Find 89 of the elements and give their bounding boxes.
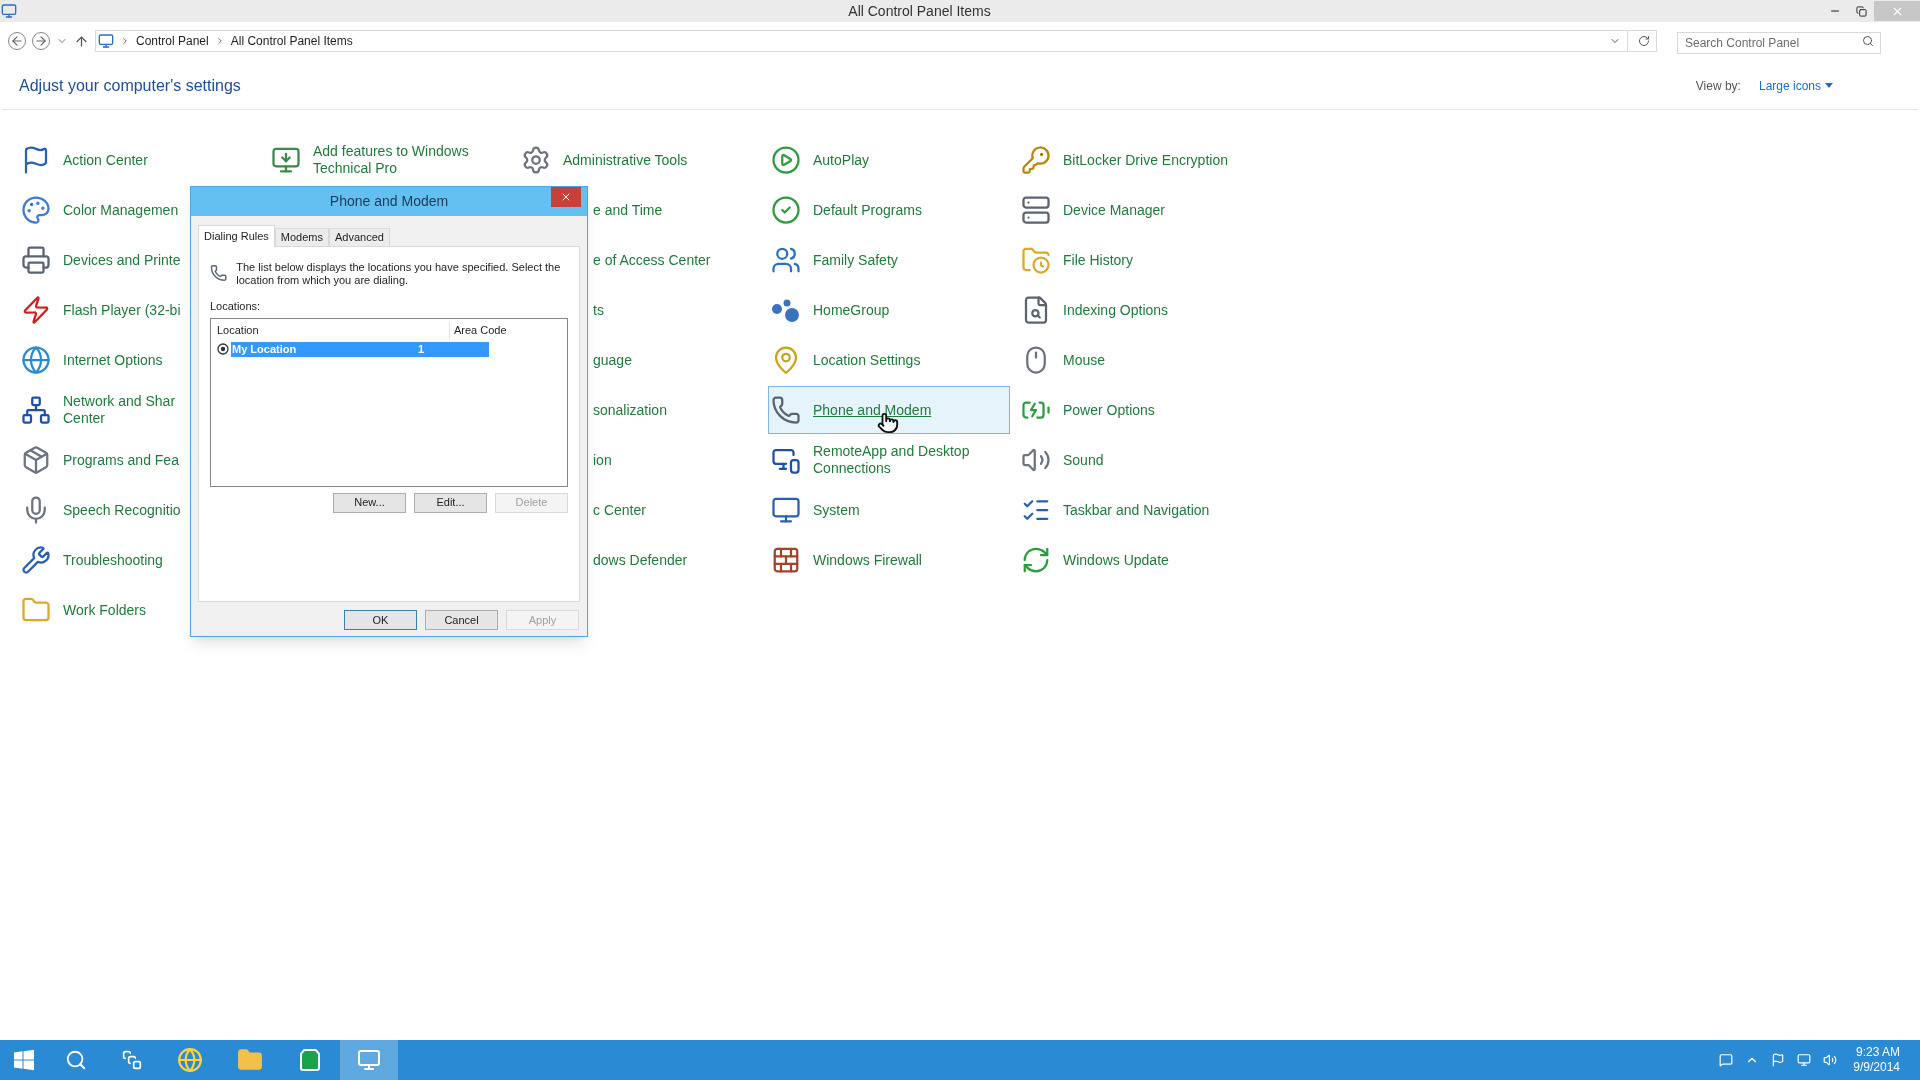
control-panel-item[interactable]: Action Center	[18, 136, 260, 184]
control-panel-item[interactable]: Programs and Fea	[18, 436, 260, 484]
list-label: Locations:	[210, 299, 261, 314]
palette-icon	[21, 195, 51, 225]
gear-icon	[521, 145, 551, 175]
control-panel-item[interactable]: Taskbar and Navigation	[1018, 486, 1260, 534]
view-by-dropdown[interactable]: Large icons	[1758, 76, 1833, 95]
monitor-icon	[271, 145, 301, 175]
control-panel-item[interactable]: Phone and Modem	[768, 386, 1010, 434]
control-panel-item[interactable]: RemoteApp and Desktop Connections	[768, 436, 1010, 484]
control-panel-item[interactable]: Indexing Options	[1018, 286, 1260, 334]
description-text: The list below displays the locations you have specified. Select the location from which you are dialing.	[236, 260, 562, 287]
monitor-icon	[1, 3, 17, 19]
page-heading: Adjust your computer's settings	[19, 75, 241, 96]
list-button[interactable]: Edit...	[414, 492, 487, 513]
control-panel-item[interactable]: Speech Recognitio	[18, 486, 260, 534]
monitor-icon	[98, 33, 114, 49]
wrench-icon	[21, 545, 51, 575]
server-icon	[1021, 195, 1051, 225]
tab[interactable]: Dialing Rules	[198, 225, 275, 247]
control-panel-item[interactable]: Troubleshooting	[18, 536, 260, 584]
column-header[interactable]: Area Code	[449, 322, 549, 339]
refresh-icon[interactable]	[1638, 35, 1650, 47]
control-panel-item[interactable]: Power Options	[1018, 386, 1260, 434]
list-row[interactable]: My Location 1	[231, 341, 489, 357]
restore-icon	[1855, 5, 1867, 17]
refresh-icon	[1021, 545, 1051, 575]
search-icon[interactable]	[65, 1049, 87, 1071]
windows-logo-icon[interactable]	[12, 1048, 36, 1072]
shopping-bag-icon[interactable]	[298, 1048, 322, 1072]
control-panel-item[interactable]: Sound	[1018, 436, 1260, 484]
printer-icon	[21, 245, 51, 275]
control-panel-item[interactable]: AutoPlay	[768, 136, 1010, 184]
clock-date[interactable]: 9/9/2014	[1853, 1060, 1900, 1075]
package-icon	[21, 445, 51, 475]
caret-icon	[1825, 83, 1833, 88]
flash-icon	[21, 295, 51, 325]
control-panel-item[interactable]: Work Folders	[18, 586, 260, 634]
monitor-icon	[357, 1048, 381, 1072]
users-icon	[771, 245, 801, 275]
brick-wall-icon	[771, 545, 801, 575]
view-by-label: View by:	[1695, 77, 1741, 95]
dialog-title: Phone and Modem	[329, 192, 449, 211]
control-panel-item[interactable]: Family Safety	[768, 236, 1010, 284]
control-panel-item[interactable]: Windows Update	[1018, 536, 1260, 584]
control-panel-item[interactable]: HomeGroup	[768, 286, 1010, 334]
search-icon	[1862, 35, 1874, 47]
tab[interactable]: Modems	[274, 228, 329, 246]
up-button[interactable]	[74, 33, 89, 49]
search-field[interactable]: Search Control Panel	[1677, 32, 1881, 54]
control-panel-item[interactable]: Add features to Windows Technical Pro	[268, 136, 510, 184]
key-icon	[1021, 145, 1051, 175]
globe-icon	[21, 345, 51, 375]
control-panel-item[interactable]: Windows Firewall	[768, 536, 1010, 584]
tab[interactable]: Advanced	[329, 228, 390, 246]
phone-icon	[771, 395, 801, 425]
monitor-icon	[771, 495, 801, 525]
window-title: All Control Panel Items	[848, 1, 991, 21]
area-code-cell-text: 1	[417, 341, 425, 357]
dialog-button[interactable]: OK	[344, 610, 417, 630]
folder-icon[interactable]	[237, 1047, 263, 1073]
control-panel-item[interactable]: File History	[1018, 236, 1260, 284]
address-bar[interactable]: Control Panel All Control Panel Items	[95, 30, 1657, 52]
control-panel-item[interactable]: System	[768, 486, 1010, 534]
chevron-icon	[120, 36, 130, 46]
flag-icon[interactable]	[1771, 1053, 1786, 1067]
column-header[interactable]: Location	[213, 322, 449, 339]
list-button[interactable]: New...	[333, 492, 406, 513]
clock-time[interactable]: 9:23 AM	[1855, 1045, 1900, 1060]
location-cell-text: My Location	[231, 341, 298, 357]
control-panel-item[interactable]: Device Manager	[1018, 186, 1260, 234]
control-panel-item[interactable]: BitLocker Drive Encryption	[1018, 136, 1260, 184]
active-app[interactable]	[340, 1040, 398, 1080]
breadcrumb[interactable]: All Control Panel Items	[230, 32, 353, 50]
close-icon	[560, 191, 572, 203]
dialog-button[interactable]: Cancel	[425, 610, 498, 630]
check-icon	[771, 195, 801, 225]
folder-clock-icon	[1021, 245, 1051, 275]
control-panel-item[interactable]: Location Settings	[768, 336, 1010, 384]
play-icon	[771, 145, 801, 175]
task-view-icon[interactable]	[122, 1050, 142, 1070]
volume-icon[interactable]	[1823, 1053, 1838, 1067]
control-panel-item[interactable]: Administrative Tools	[518, 136, 760, 184]
control-panel-item[interactable]: Network and Shar Center	[18, 386, 260, 434]
control-panel-item[interactable]: Default Programs	[768, 186, 1010, 234]
globe-icon[interactable]	[177, 1047, 203, 1073]
breadcrumb[interactable]: Control Panel	[136, 32, 209, 50]
control-panel-item[interactable]: Mouse	[1018, 336, 1260, 384]
message-icon[interactable]	[1719, 1053, 1734, 1067]
